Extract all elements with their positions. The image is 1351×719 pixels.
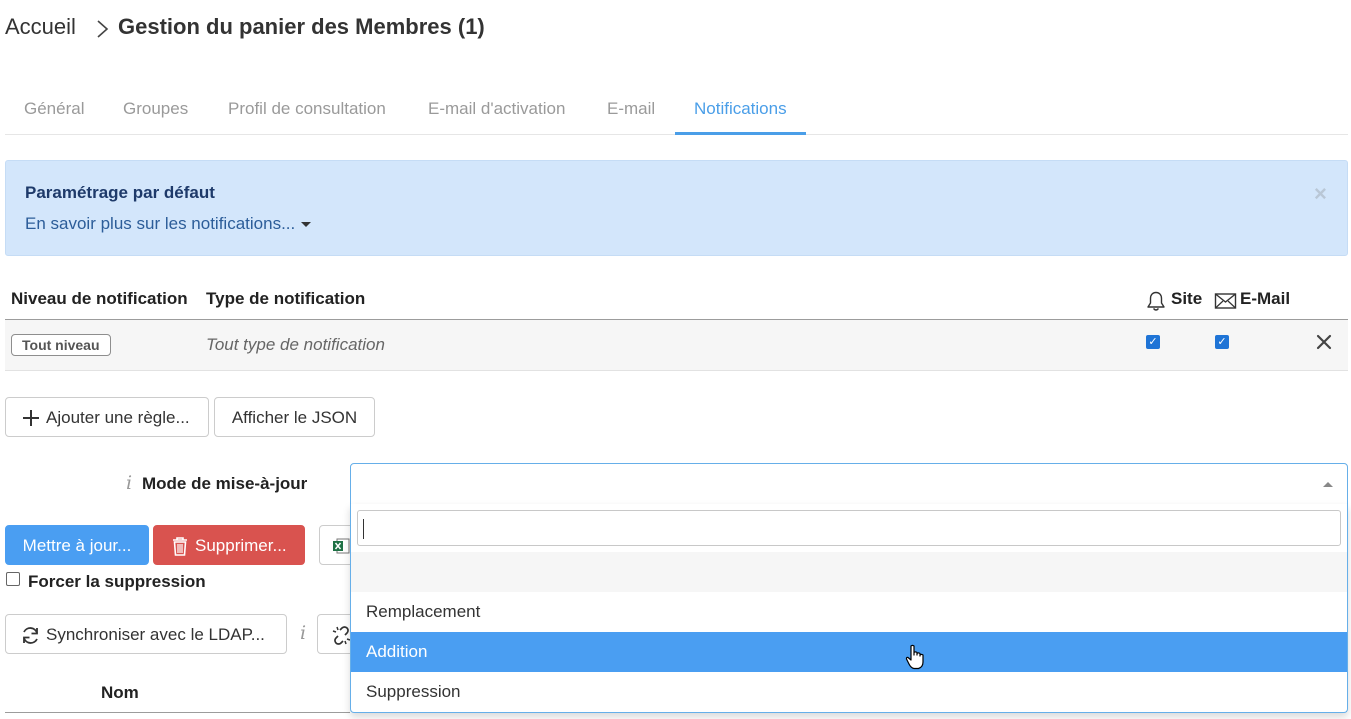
excel-icon <box>333 538 350 554</box>
header-notification-type: Type de notification <box>206 289 366 308</box>
header-site: Site <box>1171 289 1203 308</box>
email-checkbox[interactable]: ✓ <box>1215 335 1229 349</box>
delete-rule-icon[interactable] <box>1314 332 1334 352</box>
update-mode-select[interactable] <box>350 463 1348 505</box>
info-icon: i <box>300 622 307 644</box>
add-rule-button[interactable]: Ajouter une règle... <box>5 397 209 437</box>
page-title: Gestion du panier des Membres (1) <box>118 14 485 39</box>
envelope-icon <box>1214 293 1237 309</box>
unlink-icon <box>332 626 351 645</box>
chevron-right-icon <box>97 20 109 38</box>
refresh-icon <box>23 627 38 644</box>
column-header-name: Nom <box>101 683 139 702</box>
add-rule-label: Ajouter une règle... <box>46 408 190 427</box>
default-settings-alert: Paramétrage par défaut En savoir plus su… <box>5 160 1348 256</box>
caret-down-icon <box>301 222 312 228</box>
notifications-help-toggle[interactable]: En savoir plus sur les notifications... <box>25 214 312 234</box>
table-row: Tout niveau Tout type de notification ✓ … <box>5 319 1348 371</box>
force-delete-checkbox[interactable]: Forcer la suppression <box>6 572 206 592</box>
delete-button[interactable]: Supprimer... <box>153 525 305 565</box>
trash-icon <box>173 537 187 556</box>
tab-groupes[interactable]: Groupes <box>104 84 207 133</box>
site-checkbox[interactable]: ✓ <box>1146 335 1160 349</box>
option-empty[interactable] <box>351 552 1347 592</box>
notification-level-badge: Tout niveau <box>11 334 111 356</box>
caret-up-icon <box>1323 482 1333 487</box>
hand-cursor-icon <box>905 644 924 670</box>
option-addition[interactable]: Addition <box>351 632 1347 672</box>
help-link-label: En savoir plus sur les notifications... <box>25 214 296 233</box>
dropdown-search-input[interactable] <box>357 510 1341 546</box>
force-delete-label: Forcer la suppression <box>28 572 206 591</box>
sync-ldap-label: Synchroniser avec le LDAP... <box>46 625 265 644</box>
update-mode-dropdown: Remplacement Addition Suppression <box>350 504 1348 713</box>
delete-label: Supprimer... <box>195 536 287 555</box>
header-email: E-Mail <box>1240 289 1291 308</box>
show-json-button[interactable]: Afficher le JSON <box>214 397 375 437</box>
tab-email[interactable]: E-mail <box>588 84 674 133</box>
breadcrumb-home-link[interactable]: Accueil <box>5 14 76 40</box>
alert-title: Paramétrage par défaut <box>25 183 215 202</box>
tab-notifications[interactable]: Notifications <box>675 84 806 135</box>
tab-general[interactable]: Général <box>5 84 103 133</box>
option-remplacement[interactable]: Remplacement <box>351 592 1347 632</box>
update-button[interactable]: Mettre à jour... <box>5 525 149 565</box>
checkbox-box <box>6 572 20 586</box>
close-icon[interactable]: × <box>1314 181 1327 207</box>
option-suppression[interactable]: Suppression <box>351 672 1347 712</box>
header-notification-level: Niveau de notification <box>11 289 188 308</box>
plus-icon <box>23 410 39 426</box>
notification-type-value: Tout type de notification <box>206 335 385 354</box>
text-cursor <box>363 519 364 539</box>
bell-icon <box>1147 291 1165 311</box>
table-divider <box>5 712 350 713</box>
sync-ldap-button[interactable]: Synchroniser avec le LDAP... <box>5 614 287 654</box>
tab-email-activation[interactable]: E-mail d'activation <box>409 84 584 133</box>
tab-bar: Général Groupes Profil de consultation E… <box>5 84 1348 135</box>
tab-profil-consultation[interactable]: Profil de consultation <box>209 84 405 133</box>
info-icon: i <box>126 472 133 494</box>
update-mode-label: Mode de mise-à-jour <box>142 474 308 493</box>
